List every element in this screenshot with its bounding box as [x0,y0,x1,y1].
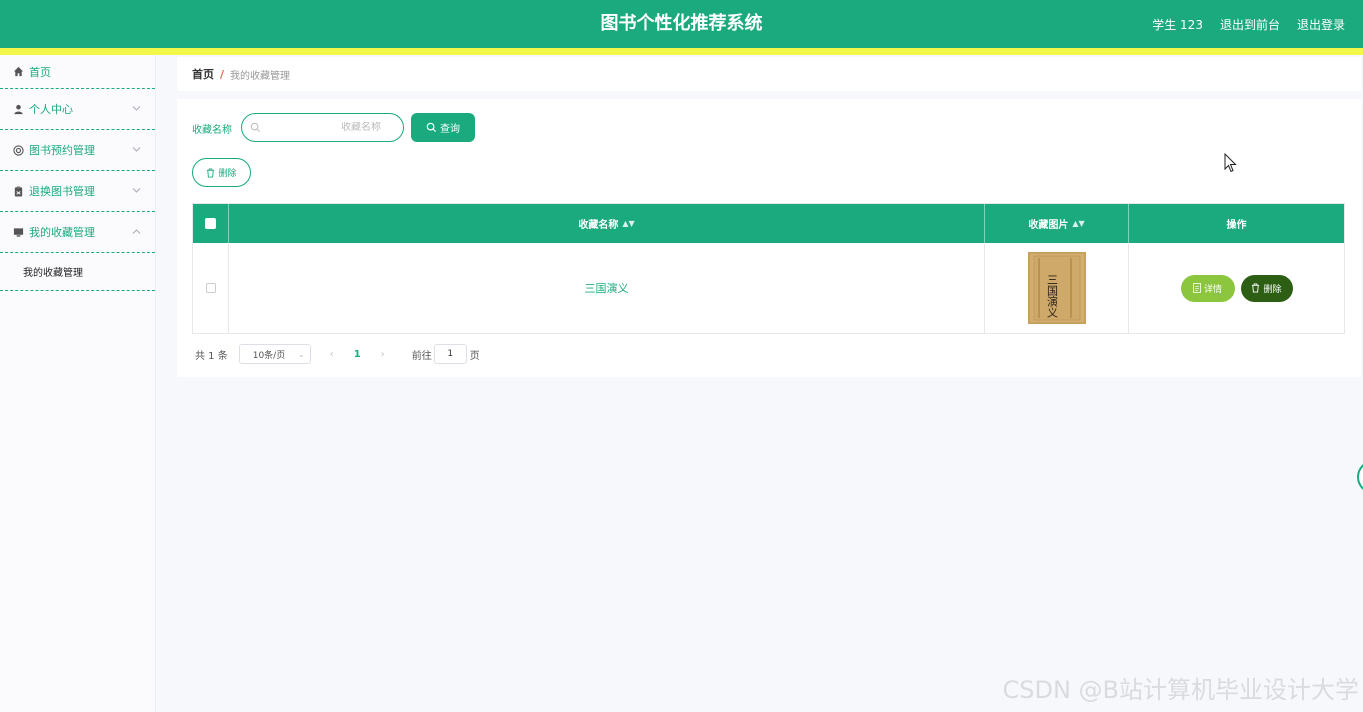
search-icon [250,122,261,133]
sidebar-item-book-return[interactable]: 退换图书管理 [0,171,155,212]
sort-icon[interactable]: ▲▼ [1072,219,1084,228]
header-image[interactable]: 收藏图片 ▲▼ [985,204,1129,243]
batch-delete-label: 删除 [218,169,237,179]
sidebar-item-label: 首页 [29,65,51,79]
chevron-up-icon [132,227,141,238]
pagination: 共 1 条 10条/页 ⌄ ‹ 1 › 前往 页 [195,344,480,364]
breadcrumb-separator: / [220,67,225,81]
breadcrumb-current: 我的收藏管理 [230,70,291,82]
chevron-down-icon: ⌄ [298,349,305,359]
home-icon [12,66,24,78]
chevron-down-icon [132,186,141,197]
trash-icon [206,168,215,178]
page-suffix: 页 [469,350,480,362]
header-actions: 学生 123 退出到前台 退出登录 [1152,0,1345,48]
clipboard-icon [12,185,24,197]
mouse-cursor-icon [1224,152,1238,176]
row-delete-label: 删除 [1263,284,1282,295]
table-header: 收藏名称 ▲▼ 收藏图片 ▲▼ 操作 [193,204,1344,243]
row-delete-button[interactable]: 删除 [1240,274,1293,302]
table-row: 三国演义 三国演义 详情 删除 [193,243,1344,333]
book-cover-image[interactable]: 三国演义 [1027,252,1086,324]
trash-icon [1251,283,1260,293]
goto-page-input[interactable] [433,344,467,364]
row-checkbox[interactable] [205,283,216,293]
detail-button-label: 详情 [1203,284,1222,295]
row-name: 三国演义 [229,243,985,333]
row-actions: 详情 删除 [1129,243,1344,333]
breadcrumb: 首页 / 我的收藏管理 [177,57,1361,91]
search-icon [426,122,437,133]
select-all-checkbox[interactable] [205,218,216,229]
header-checkbox-cell [193,204,229,243]
logout-link[interactable]: 退出登录 [1297,16,1345,33]
sidebar-item-home[interactable]: 首页 [0,55,155,89]
user-icon [12,103,24,115]
goto-label: 前往 [411,350,432,362]
top-bar: 图书个性化推荐系统 学生 123 退出到前台 退出登录 [0,0,1363,48]
sort-icon[interactable]: ▲▼ [622,219,634,228]
content-panel: 收藏名称 查询 删除 收藏名称 ▲▼ 收藏图片 ▲▼ [177,99,1361,377]
search-label: 收藏名称 [192,125,232,136]
page-size-select[interactable]: 10条/页 ⌄ [238,344,311,364]
favorites-table: 收藏名称 ▲▼ 收藏图片 ▲▼ 操作 三国演义 三国演义 详情 删除 [192,203,1345,334]
prev-page-button[interactable]: ‹ [330,349,334,360]
search-button-label: 查询 [440,124,460,135]
lifebuoy-icon [12,144,24,156]
header-name-label: 收藏名称 [578,220,619,231]
detail-button[interactable]: 详情 [1180,274,1235,302]
header-image-label: 收藏图片 [1028,220,1069,231]
monitor-icon [12,226,24,238]
document-icon [1192,283,1201,293]
sidebar-item-label: 图书预约管理 [29,144,95,157]
batch-delete-button[interactable]: 删除 [192,158,251,187]
breadcrumb-home[interactable]: 首页 [192,66,214,82]
total-count: 共 1 条 [195,350,228,362]
header-actions: 操作 [1129,204,1344,243]
page-number-current[interactable]: 1 [354,349,361,360]
submenu-item-my-favorites[interactable]: 我的收藏管理 [0,253,155,291]
sidebar-item-label: 我的收藏管理 [29,226,95,239]
row-checkbox-cell [193,243,229,333]
search-button[interactable]: 查询 [411,113,475,142]
page-size-value: 10条/页 [252,350,286,361]
header-actions-label: 操作 [1226,220,1247,231]
back-to-front-link[interactable]: 退出到前台 [1220,16,1280,33]
user-name: 学生 123 [1152,17,1203,32]
accent-bar [0,48,1363,55]
header-name[interactable]: 收藏名称 ▲▼ [229,204,985,243]
chevron-down-icon [132,104,141,115]
search-field[interactable] [241,113,404,142]
book-cover-text: 三国演义 [1045,274,1058,318]
sidebar-item-label: 退换图书管理 [29,185,95,198]
floating-edge-button[interactable] [1357,460,1363,494]
sidebar-item-personal-center[interactable]: 个人中心 [0,89,155,130]
row-image-cell: 三国演义 [985,243,1129,333]
sidebar-item-label: 个人中心 [29,103,73,116]
next-page-button[interactable]: › [381,349,385,360]
sidebar-item-book-reservation[interactable]: 图书预约管理 [0,130,155,171]
sidebar: 首页 个人中心 图书预约管理 退换图书管理 我的收藏管理 我的收藏管理 [0,55,156,712]
chevron-down-icon [132,145,141,156]
sidebar-item-my-favorites[interactable]: 我的收藏管理 [0,212,155,253]
search-input[interactable] [261,122,381,133]
watermark: CSDN @B站计算机毕业设计大学 [1002,676,1359,704]
